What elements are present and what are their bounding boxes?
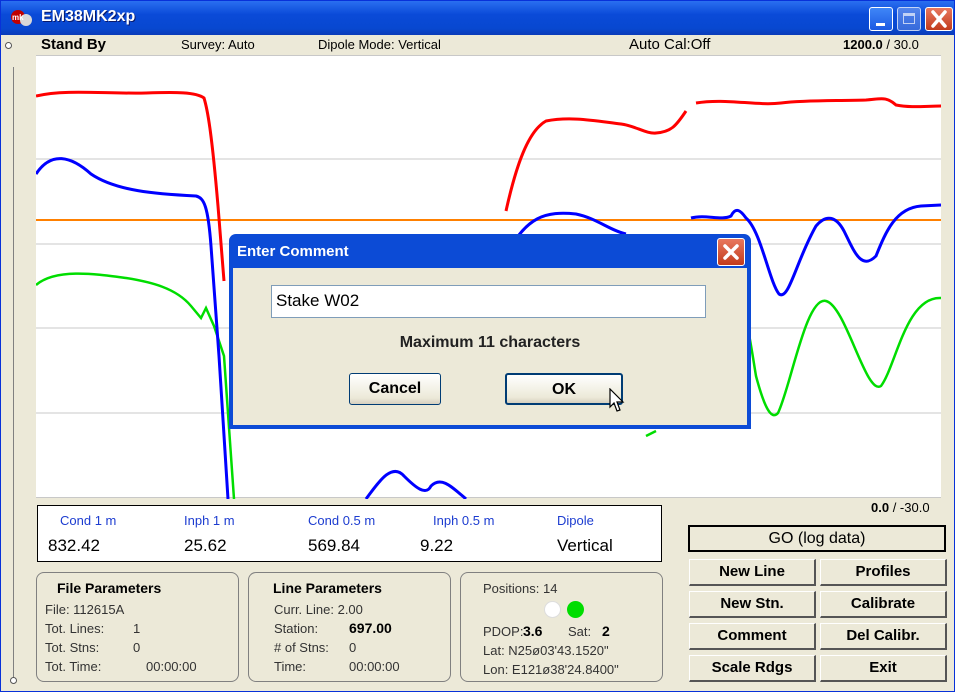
enter-comment-dialog: Enter Comment Stake W02 Maximum 11 chara… [229, 234, 751, 429]
label-dipole: Dipole [557, 513, 594, 528]
minimize-button[interactable] [869, 7, 893, 31]
cancel-button[interactable]: Cancel [349, 373, 441, 405]
file-parameters-panel: File Parameters File: 112615A Tot. Lines… [36, 572, 239, 682]
tot-time-value: 00:00:00 [146, 659, 197, 674]
station-label: Station: [274, 621, 319, 636]
ok-button[interactable]: OK [505, 373, 623, 405]
station-value: 697.00 [349, 620, 392, 636]
window-title: EM38MK2xp [41, 8, 136, 25]
value-dipole: Vertical [557, 536, 613, 555]
close-icon [931, 10, 947, 28]
scale-top-rest: / 30.0 [882, 37, 919, 52]
label-cond-0.5m: Cond 0.5 m [308, 513, 376, 528]
scale-readings-button[interactable]: Scale Rdgs [689, 655, 816, 682]
profiles-button[interactable]: Profiles [820, 559, 947, 586]
scale-bottom-value: 0.0 [871, 500, 890, 515]
current-line: Curr. Line: 2.00 [274, 602, 363, 617]
line-parameters-title: Line Parameters [273, 580, 382, 596]
num-stns-value: 0 [349, 640, 357, 655]
state-label: Stand By [41, 36, 107, 53]
readings-panel: Cond 1 m Inph 1 m Cond 0.5 m Inph 0.5 m … [37, 505, 662, 562]
time-label: Time: [274, 659, 307, 674]
svg-text:mk: mk [12, 13, 24, 22]
title-bar[interactable]: mk EM38MK2xp [1, 1, 954, 35]
delete-calibration-button[interactable]: Del Calibr. [820, 623, 947, 650]
auto-cal-label: Auto Cal:Off [629, 36, 711, 53]
scale-top-readout: 1200.0 / 30.0 [843, 37, 919, 52]
file-parameters-title: File Parameters [57, 580, 162, 596]
comment-button[interactable]: Comment [689, 623, 816, 650]
file-name: File: 112615A [45, 602, 125, 617]
go-log-data-button[interactable]: GO (log data) [688, 525, 946, 552]
new-line-button[interactable]: New Line [689, 559, 816, 586]
dialog-close-button[interactable] [717, 238, 745, 266]
pdop-label: PDOP: [483, 624, 524, 639]
label-inph-0.5m: Inph 0.5 m [433, 513, 495, 528]
value-cond-1m: 832.42 [48, 536, 100, 555]
dialog-title: Enter Comment [237, 243, 349, 260]
mouse-cursor-icon [609, 388, 625, 412]
bottom-left-slider-knob[interactable] [10, 677, 17, 684]
sat-label: Sat: [568, 624, 592, 639]
label-cond-1m: Cond 1 m [60, 513, 117, 528]
scale-top-value: 1200.0 [843, 37, 883, 52]
tot-lines-value: 1 [133, 621, 141, 636]
line-parameters-panel: Line Parameters Curr. Line: 2.00 Station… [248, 572, 451, 682]
scale-bottom-rest: / -30.0 [889, 500, 930, 515]
label-inph-1m: Inph 1 m [184, 513, 235, 528]
value-inph-0.5m: 9.22 [420, 536, 454, 555]
minimize-icon [876, 23, 885, 26]
close-button[interactable] [925, 7, 953, 31]
tot-lines-label: Tot. Lines: [45, 621, 105, 636]
tot-stns-label: Tot. Stns: [45, 640, 100, 655]
left-slider-track[interactable] [13, 67, 14, 679]
close-icon [723, 244, 739, 260]
longitude: Lon: E121ø38'24.8400" [483, 662, 619, 677]
comment-input[interactable]: Stake W02 [271, 285, 706, 318]
tot-time-label: Tot. Time: [45, 659, 102, 674]
calibrate-button[interactable]: Calibrate [820, 591, 947, 618]
gps-panel: Positions: 14 PDOP: 3.6 Sat: 2 Lat: N25ø… [460, 572, 663, 682]
gps-status-white-icon [544, 601, 561, 618]
main-window: mk EM38MK2xp Stand By Survey: Auto Dipol… [0, 0, 955, 692]
max-characters-message: Maximum 11 characters [399, 334, 581, 351]
value-inph-1m: 25.62 [184, 536, 227, 555]
latitude: Lat: N25ø03'43.1520" [483, 643, 609, 658]
maximize-button[interactable] [897, 7, 921, 31]
gps-status-green-icon [567, 601, 584, 618]
scale-bottom-readout: 0.0 / -30.0 [871, 500, 930, 515]
tot-stns-value: 0 [133, 640, 141, 655]
dialog-body: Stake W02 Maximum 11 characters Cancel O… [233, 268, 747, 425]
top-left-slider-knob[interactable] [5, 42, 12, 49]
app-logo-icon: mk [11, 10, 32, 26]
dipole-mode-label: Dipole Mode: Vertical [318, 37, 441, 52]
gps-positions: Positions: 14 [483, 581, 558, 596]
num-stns-label: # of Stns: [274, 640, 329, 655]
sat-value: 2 [602, 623, 610, 639]
survey-label: Survey: Auto [181, 37, 255, 52]
exit-button[interactable]: Exit [820, 655, 947, 682]
status-bar: Stand By Survey: Auto Dipole Mode: Verti… [1, 35, 954, 55]
value-cond-0.5m: 569.84 [308, 536, 360, 555]
pdop-value: 3.6 [523, 623, 543, 639]
time-value: 00:00:00 [349, 659, 400, 674]
new-station-button[interactable]: New Stn. [689, 591, 816, 618]
maximize-icon [903, 13, 915, 24]
